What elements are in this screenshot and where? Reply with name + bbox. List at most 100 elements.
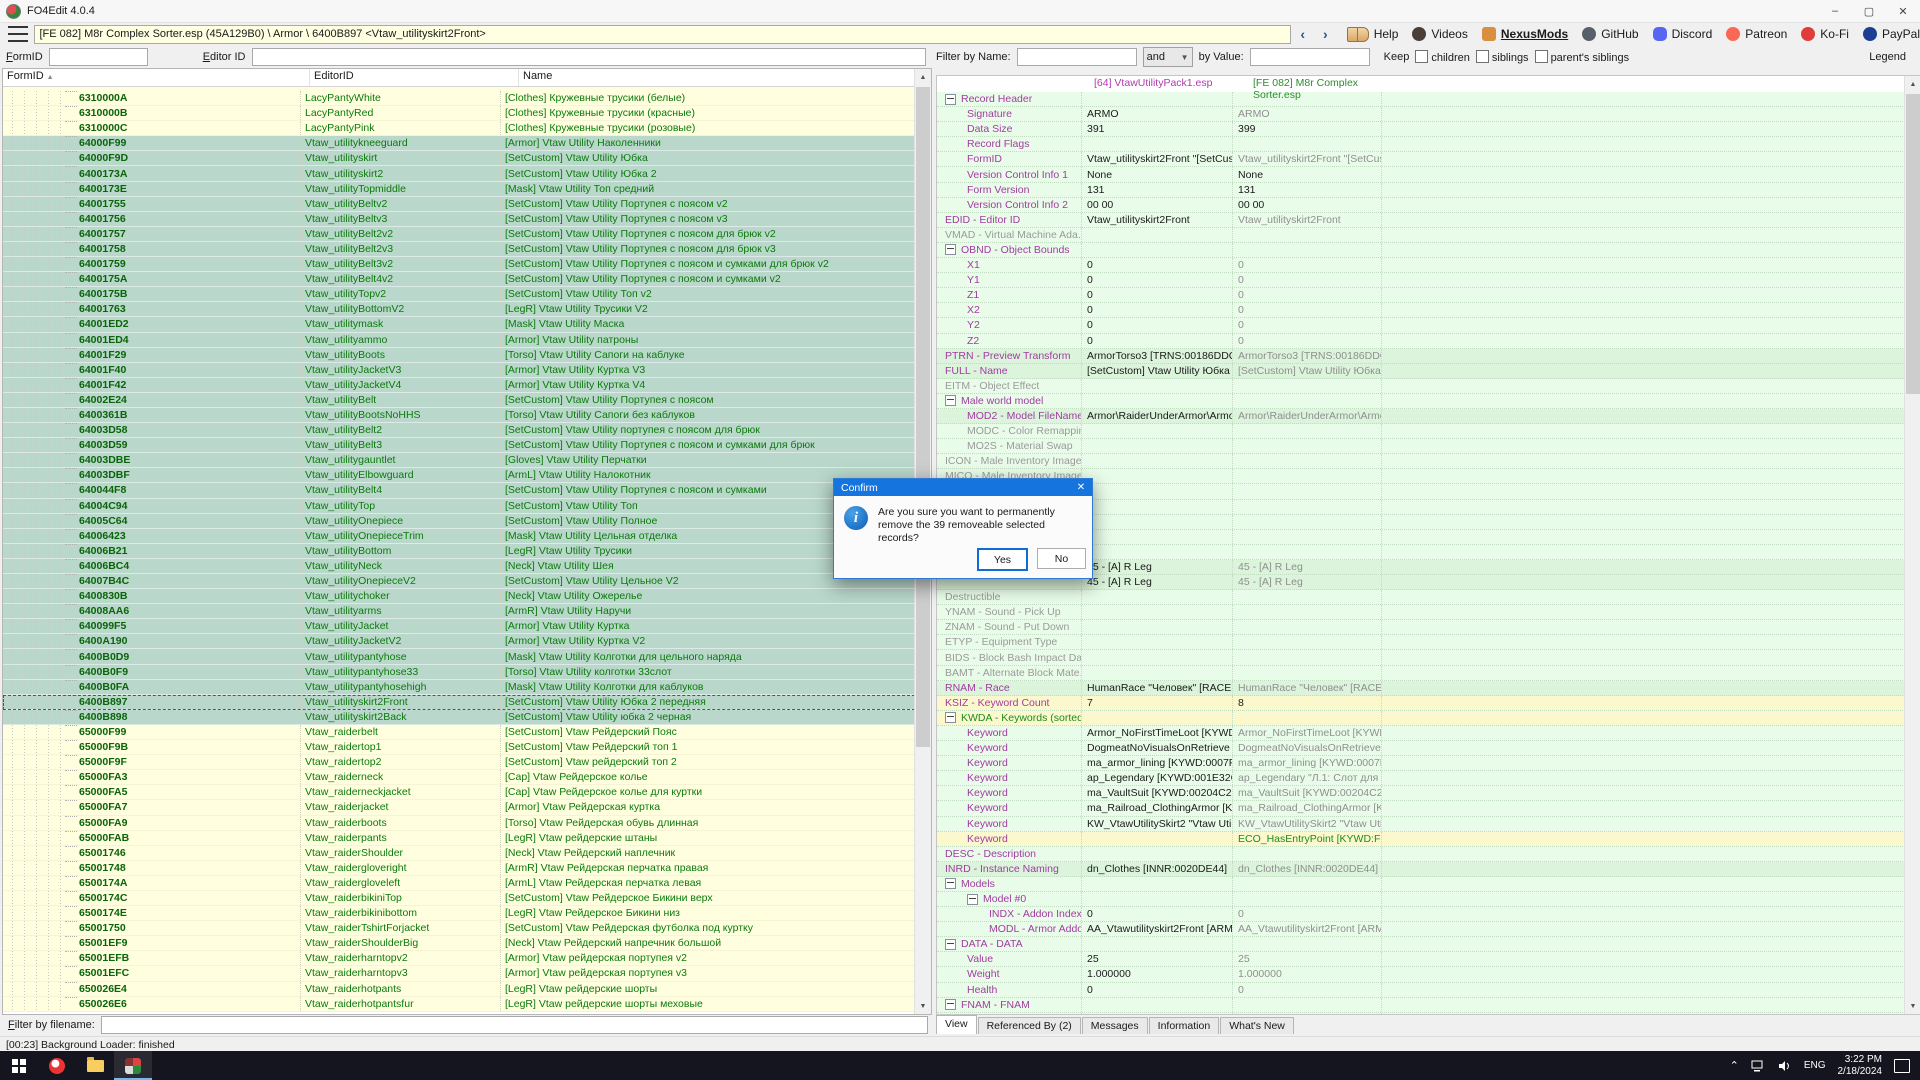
videos-link[interactable]: Videos [1412, 27, 1467, 41]
yes-button[interactable]: Yes [977, 548, 1028, 571]
record-row[interactable]: Record Header [937, 92, 1905, 107]
table-row[interactable]: 6310000ALacyPantyWhite[Clothes] Кружевны… [3, 91, 915, 106]
record-row[interactable]: ETYP - Equipment Type [937, 635, 1905, 650]
table-row[interactable]: 6400175AVtaw_utilityBelt4v2[SetCustom] V… [3, 272, 915, 287]
table-row[interactable]: 6400B0F9Vtaw_utilitypantyhose33[Torso] V… [3, 665, 915, 680]
table-row[interactable]: 6400B0FAVtaw_utilitypantyhosehigh[Mask] … [3, 680, 915, 695]
record-row[interactable]: Z200 [937, 334, 1905, 349]
table-row[interactable]: 65001750Vtaw_raiderTshirtForjacket[SetCu… [3, 921, 915, 936]
record-row[interactable]: Version Control Info 200 0000 00 [937, 198, 1905, 213]
record-row[interactable]: DATA - DATA [937, 937, 1905, 952]
record-row[interactable]: Form Version131131 [937, 183, 1905, 198]
record-row[interactable]: YNAM - Sound - Pick Up [937, 605, 1905, 620]
table-row[interactable]: 6400830BVtaw_utilitychoker[Neck] Vtaw Ut… [3, 589, 915, 604]
file-filter-input[interactable] [101, 1016, 928, 1034]
table-row[interactable]: 6400361BVtaw_utilityBootsNoHHS[Torso] Vt… [3, 408, 915, 423]
record-row[interactable]: Model #0 [937, 892, 1905, 907]
table-row[interactable]: 64003DBEVtaw_utilitygauntlet[Gloves] Vta… [3, 453, 915, 468]
close-button[interactable]: ✕ [1886, 1, 1920, 22]
collapse-icon[interactable] [945, 244, 956, 255]
table-row[interactable]: 64001F42Vtaw_utilityJacketV4[Armor] Vtaw… [3, 378, 915, 393]
record-row[interactable]: Health00 [937, 983, 1905, 998]
record-row[interactable]: Y100 [937, 273, 1905, 288]
collapse-icon[interactable] [945, 878, 956, 889]
table-row[interactable]: 64000F99Vtaw_utilitykneeguard[Armor] Vta… [3, 136, 915, 151]
record-row[interactable]: DESC - Description [937, 847, 1905, 862]
scroll-up-icon[interactable]: ▲ [915, 69, 931, 85]
keep-siblings-checkbox[interactable]: siblings [1476, 50, 1529, 64]
scroll-down-icon[interactable]: ▼ [1905, 998, 1920, 1014]
table-row[interactable]: 64004C94Vtaw_utilityTop[SetCustom] Vtaw … [3, 499, 915, 514]
menu-icon[interactable] [6, 24, 30, 44]
record-row[interactable]: Armor Rating11 [937, 1013, 1905, 1015]
table-row[interactable]: 6500174AVtaw_raidergloveleft[ArmL] Vtaw … [3, 876, 915, 891]
record-path-input[interactable]: [FE 082] M8r Complex Sorter.esp (45A129B… [34, 25, 1292, 44]
table-row[interactable]: 65000FA7Vtaw_raiderjacket[Armor] Vtaw Ре… [3, 800, 915, 815]
taskbar-file-explorer[interactable] [76, 1051, 114, 1080]
table-row[interactable]: 64006423Vtaw_utilityOnepieceTrim[Mask] V… [3, 529, 915, 544]
collapse-icon[interactable] [945, 939, 956, 950]
record-row[interactable]: KeywordArmor_NoFirstTimeLoot [KYWD:...Ar… [937, 726, 1905, 741]
table-row[interactable]: 65000FABVtaw_raiderpants[LegR] Vtaw рейд… [3, 831, 915, 846]
table-row[interactable]: 65000F9FVtaw_raidertop2[SetCustom] Vtaw … [3, 755, 915, 770]
record-row[interactable]: X100 [937, 258, 1905, 273]
speaker-icon[interactable] [1778, 1060, 1792, 1072]
table-row[interactable]: 65001EFCVtaw_raiderharntopv3[Armor] Vtaw… [3, 966, 915, 981]
dialog-title-bar[interactable]: Confirm ✕ [834, 479, 1092, 496]
table-row[interactable]: 64001F40Vtaw_utilityJacketV3[Armor] Vtaw… [3, 363, 915, 378]
paypal-link[interactable]: PayPal [1863, 27, 1920, 41]
keep-parents-siblings-checkbox[interactable]: parent's siblings [1535, 50, 1630, 64]
record-row[interactable]: Keywordma_Railroad_ClothingArmor [KY...m… [937, 801, 1905, 816]
maximize-button[interactable]: ▢ [1852, 1, 1886, 22]
record-row[interactable]: Record Flags [937, 137, 1905, 152]
formid-input[interactable] [49, 48, 148, 66]
table-row[interactable]: 65001EF9Vtaw_raiderShoulderBig[Neck] Vta… [3, 936, 915, 951]
table-row[interactable]: 6310000CLacyPantyPink[Clothes] Кружевные… [3, 121, 915, 136]
record-row[interactable]: INDX - Addon Index00 [937, 907, 1905, 922]
collapse-icon[interactable] [945, 395, 956, 406]
action-center-icon[interactable] [1894, 1059, 1910, 1073]
record-row[interactable]: FNAM - FNAM [937, 998, 1905, 1013]
record-row[interactable]: X200 [937, 303, 1905, 318]
table-row[interactable]: 65000FA5Vtaw_raiderneckjacket[Cap] Vtaw … [3, 785, 915, 800]
record-row[interactable]: Version Control Info 1NoneNone [937, 167, 1905, 182]
record-row[interactable]: MOD2 - Model FileNameArmor\RaiderUnderAr… [937, 409, 1905, 424]
record-row[interactable]: INRD - Instance Namingdn_Clothes [INNR:0… [937, 862, 1905, 877]
table-row[interactable]: 64001ED4Vtaw_utilityammo[Armor] Vtaw Uti… [3, 333, 915, 348]
table-row[interactable]: 64001ED2Vtaw_utilitymask[Mask] Vtaw Util… [3, 317, 915, 332]
column-header-editorid[interactable]: EditorID [310, 69, 519, 86]
nexusmods-link[interactable]: NexusMods [1482, 27, 1568, 41]
column-header-name[interactable]: Name [519, 69, 931, 86]
plugin-column-2[interactable]: [FE 082] M8r Complex Sorter.esp [1249, 76, 1406, 92]
table-row[interactable]: 6400B897Vtaw_utilityskirt2Front[SetCusto… [3, 695, 915, 710]
record-row[interactable]: Keywordma_VaultSuit [KYWD:00204C22]ma_Va… [937, 786, 1905, 801]
record-row[interactable]: EDID - Editor IDVtaw_utilityskirt2FrontV… [937, 213, 1905, 228]
record-row[interactable]: MO2S - Material Swap [937, 439, 1905, 454]
help-link[interactable]: Help [1347, 27, 1399, 42]
record-row[interactable]: KeywordECO_HasEntryPoint [KYWD:FE05... [937, 832, 1905, 847]
scrollbar-thumb[interactable] [916, 87, 930, 747]
table-row[interactable]: 64005C64Vtaw_utilityOnepiece[SetCustom] … [3, 514, 915, 529]
table-row[interactable]: 6500174EVtaw_raiderbikinibottom[LegR] Vt… [3, 906, 915, 921]
scrollbar-thumb[interactable] [1906, 94, 1920, 394]
record-row[interactable]: BAMT - Alternate Block Mate... [937, 666, 1905, 681]
github-link[interactable]: GitHub [1582, 27, 1638, 41]
record-row[interactable]: Male world model [937, 394, 1905, 409]
tray-expand-icon[interactable]: ⌃ [1730, 1059, 1739, 1072]
record-row[interactable]: MODL - Armor AddonAA_Vtawutilityskirt2Fr… [937, 922, 1905, 937]
table-row[interactable]: 65000FA3Vtaw_raiderneck[Cap] Vtaw Рейдер… [3, 770, 915, 785]
discord-link[interactable]: Discord [1653, 27, 1713, 41]
table-row[interactable]: 64001763Vtaw_utilityBottomV2[LegR] Vtaw … [3, 302, 915, 317]
record-row[interactable]: Destructible [937, 590, 1905, 605]
record-row[interactable]: ZNAM - Sound - Put Down [937, 620, 1905, 635]
collapse-icon[interactable] [945, 712, 956, 723]
tab-information[interactable]: Information [1149, 1017, 1220, 1034]
network-icon[interactable] [1751, 1060, 1766, 1072]
table-row[interactable]: 64001758Vtaw_utilityBelt2v3[SetCustom] V… [3, 242, 915, 257]
and-or-select[interactable]: and▼ [1143, 47, 1193, 67]
back-button[interactable]: ‹ [1291, 26, 1314, 42]
table-row[interactable]: 65001748Vtaw_raidergloveright[ArmR] Vtaw… [3, 861, 915, 876]
record-row[interactable]: PTRN - Preview TransformArmorTorso3 [TRN… [937, 349, 1905, 364]
table-row[interactable]: 640099F5Vtaw_utilityJacket[Armor] Vtaw U… [3, 619, 915, 634]
start-button[interactable] [0, 1051, 38, 1080]
